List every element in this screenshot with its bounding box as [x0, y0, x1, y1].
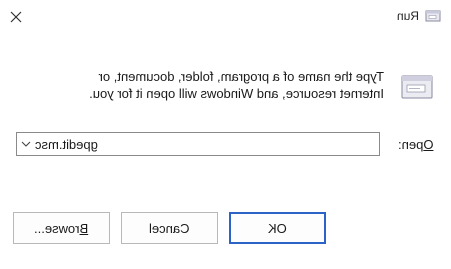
close-button[interactable]	[4, 5, 28, 29]
close-icon	[10, 11, 22, 23]
dialog-description: Type the name of a program, folder, docu…	[36, 68, 384, 102]
open-input-value: gpedit.msc	[35, 136, 98, 152]
description-line-2: Internet resource, and Windows will open…	[89, 86, 384, 101]
open-label: Open:	[398, 137, 433, 152]
cancel-button-label: Cancel	[149, 220, 190, 236]
ok-button-label: OK	[268, 220, 287, 236]
title-bar: Run	[397, 9, 441, 23]
open-combobox[interactable]: gpedit.msc	[16, 132, 380, 156]
run-dialog: Run Type the name of a program, folder, …	[0, 0, 451, 269]
chevron-down-icon	[21, 141, 31, 147]
window-title: Run	[396, 9, 419, 23]
run-icon	[401, 75, 433, 99]
browse-button[interactable]: Browse...	[13, 212, 110, 244]
run-icon	[425, 10, 441, 22]
description-line-1: Type the name of a program, folder, docu…	[98, 69, 384, 84]
open-label-rest: pen:	[398, 137, 424, 152]
open-label-access-key: O	[423, 137, 434, 152]
open-input[interactable]: gpedit.msc	[35, 137, 379, 152]
dropdown-button[interactable]	[17, 133, 35, 155]
browse-label-rest: rowse...	[34, 220, 80, 236]
browse-button-label: Browse...	[34, 221, 88, 236]
ok-button[interactable]: OK	[229, 212, 326, 244]
browse-access-key: B	[79, 220, 89, 236]
cancel-button[interactable]: Cancel	[121, 212, 218, 244]
